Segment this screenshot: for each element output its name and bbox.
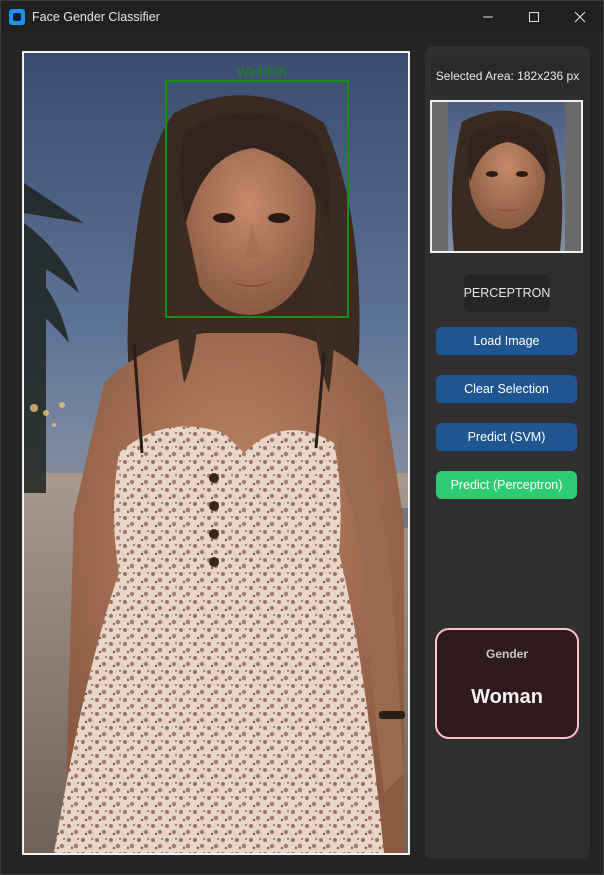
minimize-button[interactable]	[465, 1, 511, 32]
selected-area-readout: Selected Area: 182x236 px	[431, 56, 584, 96]
close-button[interactable]	[557, 1, 603, 32]
window-controls	[465, 1, 603, 32]
model-indicator: PERCEPTRON	[464, 274, 550, 312]
close-icon	[574, 11, 586, 22]
selection-label: Weiblich	[237, 64, 286, 79]
maximize-button[interactable]	[511, 1, 557, 32]
window-title: Face Gender Classifier	[32, 9, 160, 24]
clear-selection-button[interactable]: Clear Selection	[436, 375, 577, 403]
main-content: Weiblich Selected Area: 182x236 px PERCE…	[1, 32, 603, 874]
image-canvas[interactable]: Weiblich	[22, 51, 410, 855]
app-window: Face Gender Classifier Weiblich Selected…	[0, 0, 604, 875]
load-image-button[interactable]: Load Image	[436, 327, 577, 355]
result-value: Woman	[471, 686, 543, 708]
selection-preview	[430, 100, 583, 253]
maximize-icon	[529, 11, 539, 22]
app-icon	[9, 8, 25, 25]
predict-perceptron-button[interactable]: Predict (Perceptron)	[436, 471, 577, 499]
face-selection-box[interactable]	[165, 80, 349, 318]
result-card: Gender Woman	[435, 628, 579, 739]
side-panel: Selected Area: 182x236 px PERCEPTRON Loa…	[425, 46, 590, 859]
result-label: Gender	[485, 647, 528, 661]
title-bar[interactable]: Face Gender Classifier	[1, 1, 603, 32]
preview-image	[432, 102, 581, 251]
predict-svm-button[interactable]: Predict (SVM)	[436, 423, 577, 451]
minimize-icon	[483, 16, 493, 17]
